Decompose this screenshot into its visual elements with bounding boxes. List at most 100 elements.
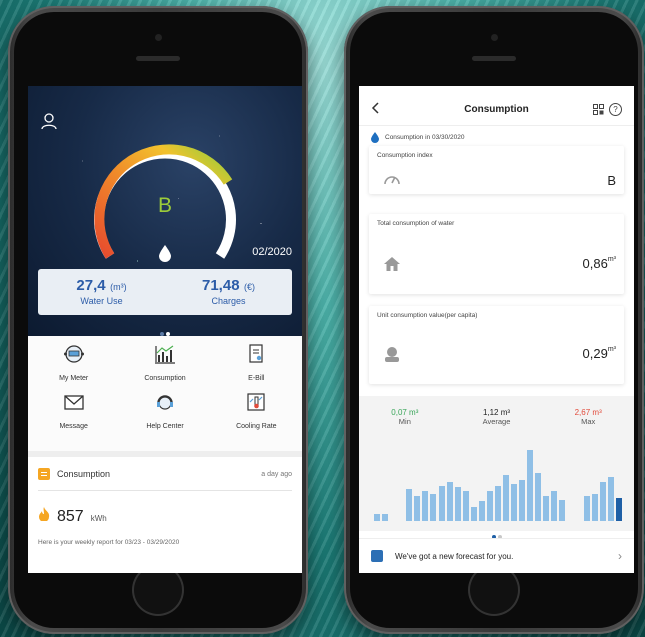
speaker: [472, 56, 516, 61]
usage-stats-card[interactable]: 27,4 (m³) Water Use 71,48 (€) Charges: [38, 269, 292, 315]
headset-icon: [156, 395, 173, 410]
chart-bar: [478, 501, 485, 521]
chart-bar: [462, 491, 469, 521]
chart-bar: [494, 486, 501, 521]
camera: [155, 34, 162, 41]
billing-period: 02/2020: [252, 246, 292, 258]
consumption-summary: 0,07 m³ Min 1,12 m³ Average 2,67 m³ Max: [359, 408, 634, 426]
document-icon: [38, 468, 50, 480]
chart-bar: [470, 507, 477, 521]
menu-consumption[interactable]: Consumption: [119, 344, 210, 382]
charges-label: Charges: [211, 296, 246, 306]
forecast-text: We've got a new forecast for you.: [395, 551, 514, 561]
menu-label: Cooling Rate: [236, 423, 277, 430]
chart-bar: [551, 491, 558, 521]
menu-my-meter[interactable]: My Meter: [28, 344, 119, 382]
menu-label: Message: [59, 423, 88, 430]
summary-min: 0,07 m³ Min: [359, 408, 451, 426]
forecast-icon: [371, 550, 383, 562]
consumption-date: Consumption in 03/30/2020: [385, 134, 465, 141]
charges-stat: 71,48 (€) Charges: [165, 269, 292, 315]
chart-bar: [583, 496, 590, 521]
consumption-card-title: Consumption: [57, 469, 111, 479]
person-icon: [385, 347, 399, 362]
chart-bar: [559, 500, 566, 521]
house-icon: [384, 257, 400, 271]
consumption-card-header[interactable]: Consumption a day ago: [38, 466, 292, 482]
menu-help-center[interactable]: Help Center: [119, 392, 210, 430]
water-drop-icon: [159, 245, 171, 262]
section-divider: [28, 451, 302, 457]
grid-view-icon[interactable]: [593, 104, 604, 115]
per-capita-value: 0,29m³: [583, 346, 616, 361]
average-label: Average: [482, 417, 511, 426]
value-number: 0,86: [582, 256, 608, 271]
water-drop-icon: [371, 132, 379, 143]
value-unit: m³: [607, 346, 616, 353]
min-label: Min: [398, 417, 411, 426]
water-grade: B: [157, 194, 172, 217]
bill-icon: [249, 344, 263, 363]
consumption-index-value: B: [607, 173, 616, 188]
summary-average: 1,12 m³ Average: [451, 408, 543, 426]
per-capita-card: Unit consumption value(per capita) 0,29m…: [369, 306, 624, 384]
consumption-date-row: Consumption in 03/30/2020: [371, 132, 465, 143]
chart-bar: [591, 494, 598, 521]
chart-bar: [535, 473, 542, 521]
energy-unit: kWh: [90, 514, 107, 523]
chart-icon: [154, 345, 175, 364]
chart-bar: [382, 514, 389, 521]
chart-bar: [414, 496, 421, 521]
menu-label: E-Bill: [248, 375, 265, 382]
chart-bar: [543, 496, 550, 521]
chart-bar: [454, 487, 461, 521]
menu-e-bill[interactable]: E-Bill: [211, 344, 302, 382]
chart-bar: [486, 491, 493, 521]
chart-bar: [615, 498, 622, 521]
chart-bar: [527, 450, 534, 521]
forecast-banner[interactable]: We've got a new forecast for you. ›: [359, 538, 634, 573]
navigation-bar: Consumption ?: [359, 86, 634, 126]
chart-bar: [503, 475, 510, 521]
chart-bar: [599, 482, 606, 521]
gauge-icon: [384, 176, 400, 185]
phone-right: Consumption ? Consumption in 03/30/2020 …: [344, 6, 644, 634]
menu-label: My Meter: [59, 375, 89, 382]
chart-bar: [438, 486, 445, 521]
help-icon[interactable]: ?: [609, 103, 622, 116]
envelope-icon: [64, 395, 84, 410]
menu-cooling-rate[interactable]: Cooling Rate: [211, 392, 302, 430]
energy-value: 857: [57, 508, 84, 525]
chart-bar: [446, 482, 453, 521]
charges-unit: (€): [244, 282, 255, 292]
menu-label: Help Center: [146, 423, 184, 430]
hero-panel: B 02/2020 27,4 (m³) Water Use 71,48 (€) …: [28, 86, 302, 336]
consumption-screen: Consumption ? Consumption in 03/30/2020 …: [359, 86, 634, 573]
chart-bar: [511, 484, 518, 521]
chart-bar: [406, 489, 413, 521]
chart-bar: [607, 477, 614, 521]
chart-bar: [519, 480, 526, 521]
menu-message[interactable]: Message: [28, 392, 119, 430]
total-consumption-value: 0,86m³: [583, 256, 616, 271]
menu-label: Consumption: [144, 375, 186, 382]
value-unit: m³: [607, 256, 616, 263]
card-label: Unit consumption value(per capita): [377, 312, 478, 319]
user-icon[interactable]: [40, 112, 58, 130]
flame-icon: [39, 507, 50, 521]
water-use-value: 27,4: [76, 277, 106, 294]
card-label: Consumption index: [377, 152, 433, 159]
meter-icon: [63, 345, 84, 363]
daily-consumption-chart[interactable]: [373, 443, 623, 521]
max-value: 2,67 m³: [574, 408, 602, 417]
min-value: 0,07 m³: [391, 408, 419, 417]
chart-bar: [374, 514, 380, 521]
energy-readout: 857 kWh: [38, 507, 107, 526]
consumption-timestamp: a day ago: [261, 470, 292, 478]
weekly-report-text: Here is your weekly report for 03/23 - 0…: [38, 539, 180, 546]
water-use-stat: 27,4 (m³) Water Use: [38, 269, 165, 315]
summary-max: 2,67 m³ Max: [542, 408, 634, 426]
chart-bar: [422, 491, 429, 521]
speaker: [136, 56, 180, 61]
dashboard-screen: B 02/2020 27,4 (m³) Water Use 71,48 (€) …: [28, 86, 302, 573]
